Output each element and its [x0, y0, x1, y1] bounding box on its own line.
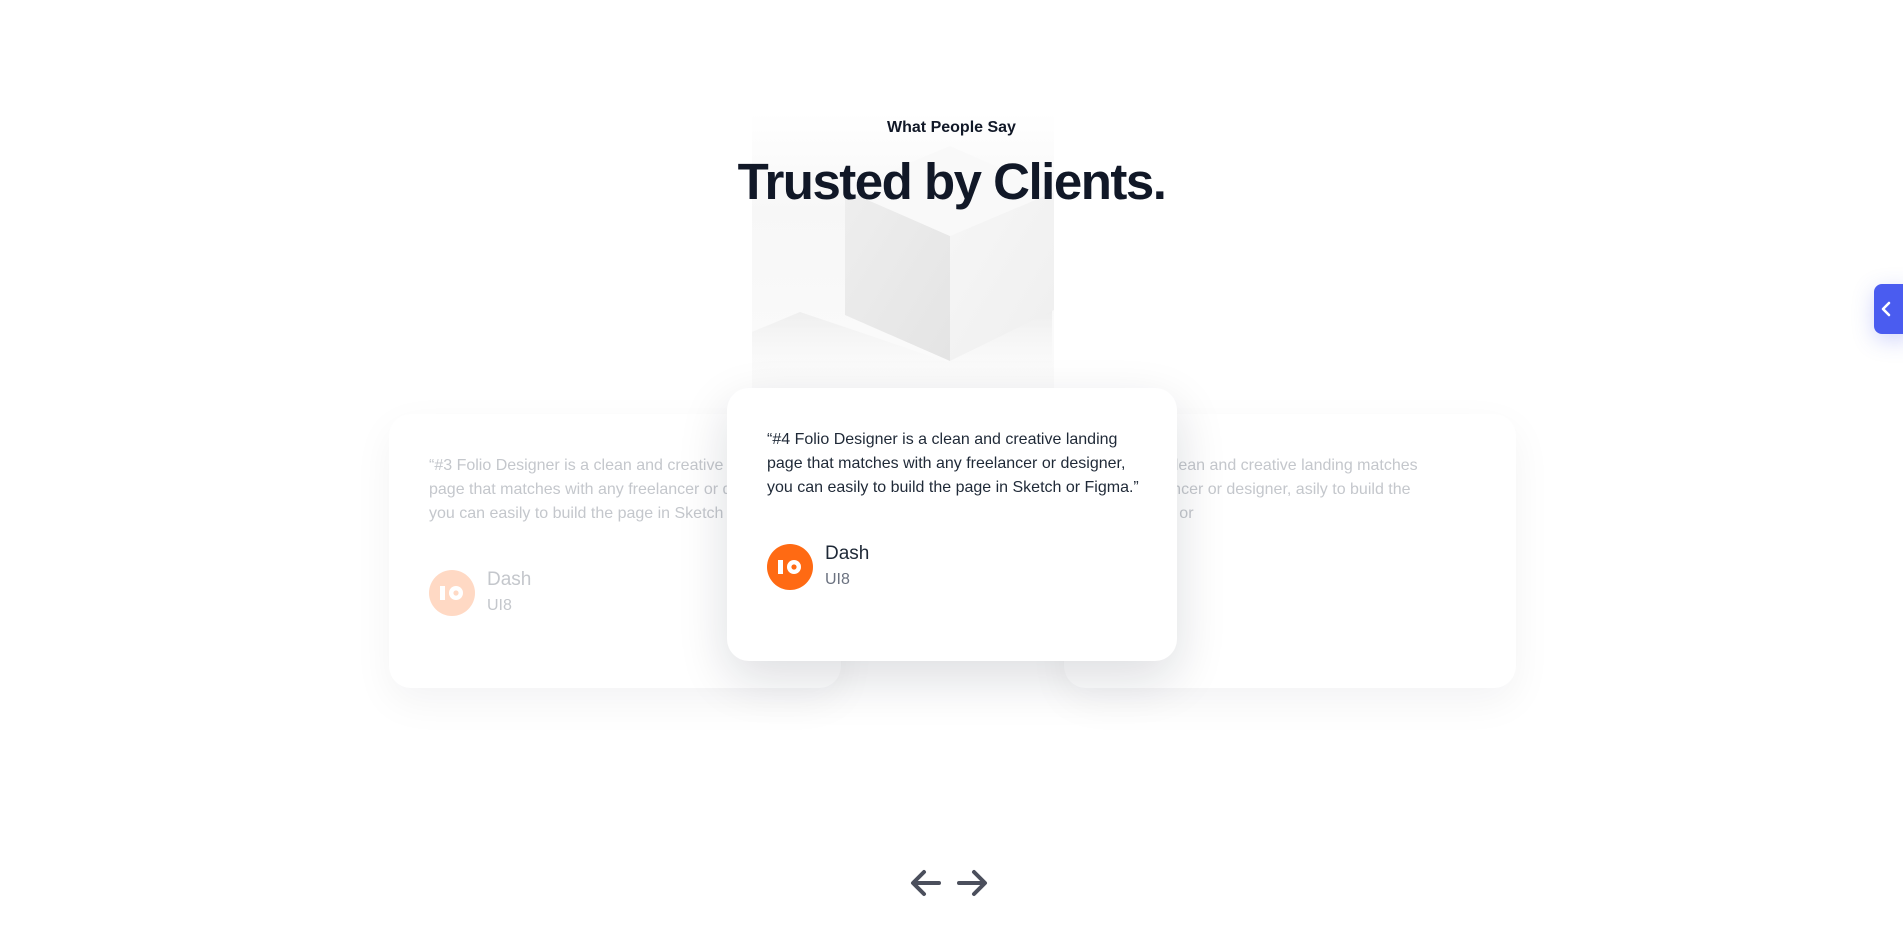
testimonials-section: What People Say Trusted by Clients. “#3 … — [0, 0, 1903, 942]
author-name: Dash — [825, 543, 870, 564]
ui8-logo-icon — [429, 570, 475, 616]
ui8-logo-icon — [767, 544, 813, 590]
testimonial-author: Dash UI8 — [767, 543, 1137, 591]
testimonial-quote: “#4 Folio Designer is a clean and creati… — [767, 431, 1139, 496]
carousel-nav — [908, 866, 990, 900]
author-company: UI8 — [487, 597, 512, 614]
section-eyebrow: What People Say — [887, 119, 1016, 136]
arrow-right-icon — [957, 870, 987, 896]
arrow-left-icon — [911, 870, 941, 896]
section-title: Trusted by Clients. — [737, 153, 1167, 210]
prev-button[interactable] — [908, 866, 942, 900]
testimonial-card-active[interactable]: “#4 Folio Designer is a clean and creati… — [727, 388, 1177, 661]
next-button[interactable] — [956, 866, 990, 900]
chevron-left-icon — [1881, 301, 1891, 317]
author-company: UI8 — [825, 571, 850, 588]
side-panel-toggle[interactable] — [1874, 284, 1903, 334]
author-name: Dash — [487, 569, 532, 590]
